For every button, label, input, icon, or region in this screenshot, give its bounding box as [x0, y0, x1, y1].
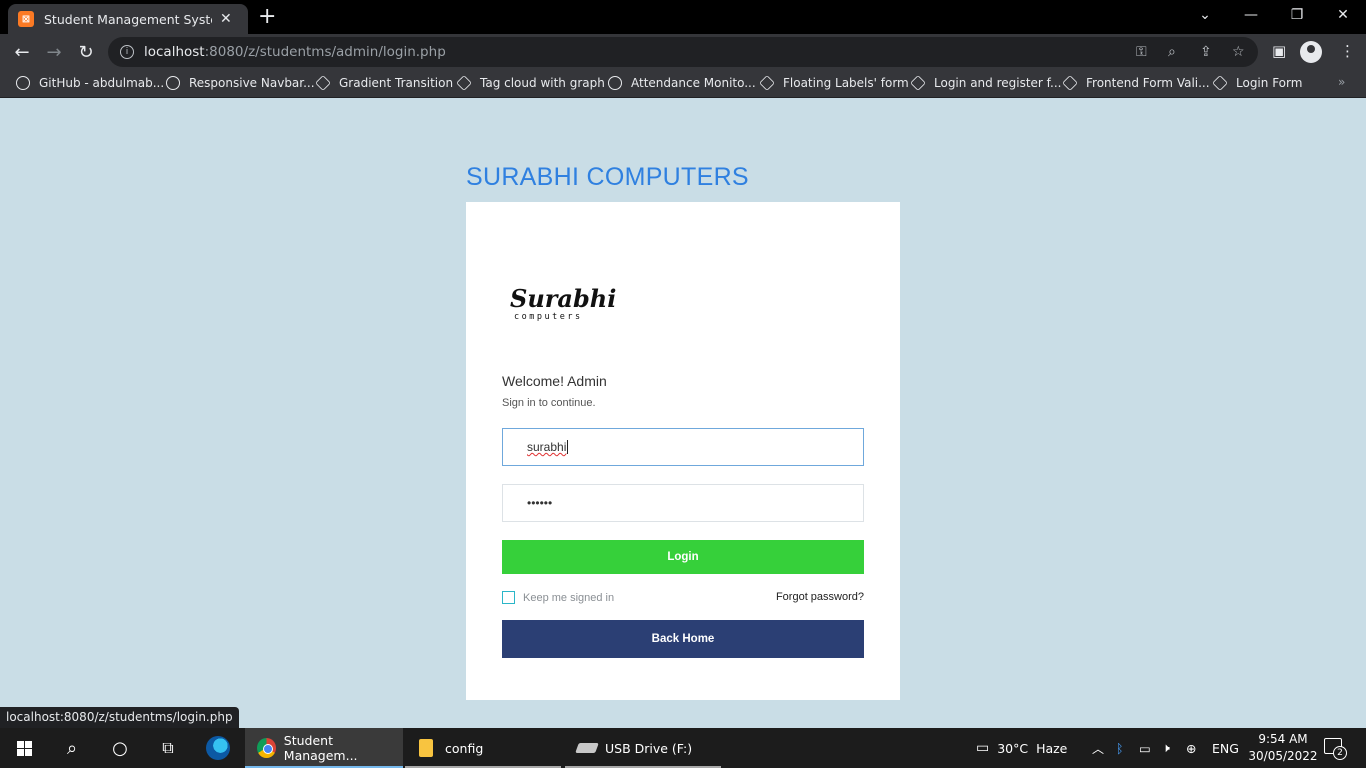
browser-tab[interactable]: ⊠ Student Management System|| Lo ✕: [8, 4, 248, 34]
folder-taskbar-button[interactable]: config: [405, 728, 561, 768]
username-value: surabhi: [527, 440, 567, 454]
folder-taskbar-label: config: [445, 740, 484, 756]
drive-taskbar-label: USB Drive (F:): [605, 740, 693, 756]
moon-icon: [166, 76, 180, 90]
browser-toolbar: ← → ↻ i localhost:8080/z/studentms/admin…: [0, 34, 1366, 70]
bluetooth-icon[interactable]: ᛒ: [1116, 728, 1124, 768]
clock-date: 30/05/2022: [1248, 749, 1318, 763]
codepen-icon: [759, 75, 775, 91]
share-icon[interactable]: ⇪: [1200, 44, 1212, 60]
bookmark-item[interactable]: Login Form: [1212, 75, 1302, 91]
xampp-icon: ⊠: [18, 11, 34, 27]
bookmarks-bar: GitHub - abdulmab... Responsive Navbar..…: [0, 70, 1366, 98]
weather-icon: ▭: [976, 740, 990, 756]
codepen-icon: [456, 75, 472, 91]
keep-signed-in-label: Keep me signed in: [523, 591, 615, 604]
bookmark-item[interactable]: Gradient Transition: [315, 75, 453, 91]
company-logo: Surabhi computers: [506, 264, 616, 326]
task-view-icon[interactable]: ⧉: [144, 728, 192, 768]
back-home-button[interactable]: Back Home: [502, 620, 864, 658]
keep-signed-in-checkbox[interactable]: [502, 591, 515, 604]
chrome-taskbar-label: Student Managem...: [283, 733, 358, 763]
start-button[interactable]: [0, 728, 48, 768]
tab-search-icon[interactable]: ⌄: [1182, 0, 1228, 30]
welcome-heading: Welcome! Admin: [502, 373, 607, 389]
keep-signed-in[interactable]: Keep me signed in: [502, 591, 614, 604]
back-arrow-icon[interactable]: ←: [10, 40, 34, 64]
cortana-icon[interactable]: ○: [96, 728, 144, 768]
password-value: ••••••: [527, 496, 553, 510]
weather-text: 30°C Haze: [997, 740, 1068, 756]
text-caret: [567, 440, 569, 454]
bookmark-item[interactable]: Tag cloud with graph: [456, 75, 605, 91]
search-icon[interactable]: ⌕: [48, 728, 96, 768]
codepen-icon: [1212, 75, 1228, 91]
signin-subtitle: Sign in to continue.: [502, 397, 596, 409]
bookmarks-overflow-icon[interactable]: »: [1338, 75, 1345, 89]
username-input[interactable]: surabhi: [502, 428, 864, 466]
bookmark-item[interactable]: Responsive Navbar...: [166, 76, 315, 90]
edge-icon: [206, 736, 230, 760]
logo-sub: computers: [514, 312, 583, 322]
link-status-bubble: localhost:8080/z/studentms/login.php: [0, 707, 239, 728]
bookmark-star-icon[interactable]: ☆: [1232, 44, 1245, 60]
tray-overflow-icon[interactable]: ︿: [1092, 728, 1104, 768]
key-icon[interactable]: ⚿: [1136, 44, 1147, 60]
bookmark-item[interactable]: Login and register f...: [910, 75, 1061, 91]
weather-widget[interactable]: ▭ 30°C Haze: [976, 728, 1067, 768]
forgot-password-link[interactable]: Forgot password?: [776, 591, 864, 603]
page-title: SURABHI COMPUTERS: [466, 163, 749, 191]
minimize-button[interactable]: —: [1228, 0, 1274, 30]
site-info-icon[interactable]: i: [120, 45, 134, 59]
profile-avatar-icon[interactable]: [1300, 41, 1322, 63]
address-bar[interactable]: i localhost:8080/z/studentms/admin/login…: [108, 37, 1258, 67]
windows-logo-icon: [16, 740, 32, 756]
system-clock[interactable]: 9:54 AM 30/05/2022: [1248, 731, 1318, 765]
menu-kebab-icon[interactable]: ⋮: [1340, 42, 1355, 60]
edge-taskbar-button[interactable]: [194, 728, 242, 768]
new-tab-button[interactable]: +: [258, 6, 276, 28]
codepen-icon: [910, 75, 926, 91]
tab-title: Student Management System|| Lo: [44, 11, 212, 27]
codepen-icon: [1062, 75, 1078, 91]
chrome-taskbar-button[interactable]: Student Managem...: [245, 728, 403, 768]
reload-icon[interactable]: ↻: [74, 40, 98, 64]
logo-word: Surabhi: [510, 284, 617, 313]
codepen-icon: [315, 75, 331, 91]
login-card: Surabhi computers Welcome! Admin Sign in…: [466, 202, 900, 700]
browser-titlebar: ⊠ Student Management System|| Lo ✕ + ⌄ —…: [0, 0, 1366, 34]
globe-icon: [608, 76, 622, 90]
folder-icon: [419, 739, 433, 757]
chrome-icon: [257, 738, 276, 758]
bookmark-item[interactable]: GitHub - abdulmab...: [16, 76, 164, 90]
side-panel-icon[interactable]: ▣: [1272, 42, 1286, 60]
windows-taskbar: ⌕ ○ ⧉ Student Managem... config USB Driv…: [0, 728, 1366, 768]
drive-taskbar-button[interactable]: USB Drive (F:): [565, 728, 721, 768]
network-globe-icon[interactable]: ⊕: [1186, 728, 1196, 768]
url-text: localhost:8080/z/studentms/admin/login.p…: [144, 44, 446, 60]
password-input[interactable]: ••••••: [502, 484, 864, 522]
usb-drive-icon: [575, 743, 599, 753]
bookmark-item[interactable]: Attendance Monito...: [608, 76, 756, 90]
notification-count-badge: 2: [1333, 746, 1347, 760]
close-window-button[interactable]: ✕: [1320, 0, 1366, 30]
zoom-icon[interactable]: ⌕: [1168, 44, 1176, 60]
maximize-button[interactable]: ❐: [1274, 0, 1320, 30]
volume-muted-icon[interactable]: 🕨: [1162, 728, 1170, 768]
login-button[interactable]: Login: [502, 540, 864, 574]
forward-arrow-icon[interactable]: →: [42, 40, 66, 64]
github-icon: [16, 76, 30, 90]
tab-close-icon[interactable]: ✕: [220, 11, 232, 27]
battery-icon[interactable]: ▭: [1139, 728, 1151, 768]
bookmark-item[interactable]: Floating Labels' form: [759, 75, 909, 91]
bookmark-item[interactable]: Frontend Form Vali...: [1062, 75, 1210, 91]
language-indicator[interactable]: ENG: [1212, 728, 1239, 768]
clock-time: 9:54 AM: [1258, 732, 1308, 746]
